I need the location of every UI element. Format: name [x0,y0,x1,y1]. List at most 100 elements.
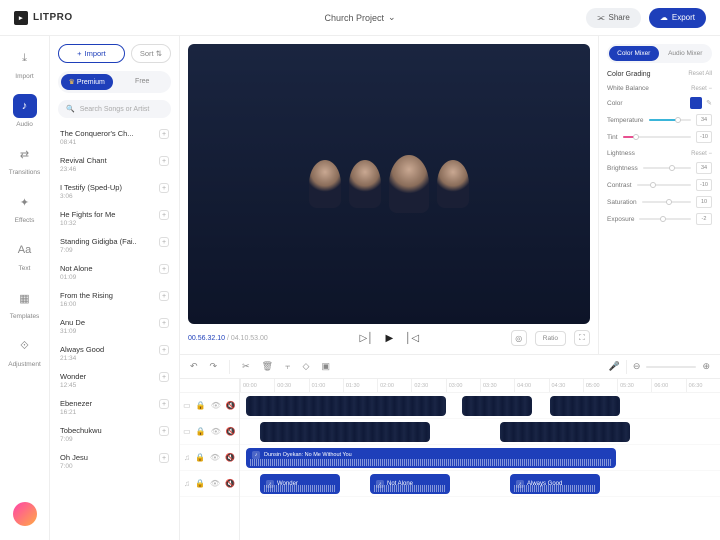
song-item[interactable]: Wonder12:45+ [58,367,171,394]
audio-clip[interactable]: ♪Not Alone [370,474,450,494]
song-item[interactable]: Tobechukwu7:09+ [58,421,171,448]
audio-clip[interactable]: ♪Always Good [510,474,600,494]
lock-icon[interactable]: 🔒 [195,479,205,488]
nav-templates[interactable]: ▦Templates [8,286,42,320]
tab-audio-mixer[interactable]: Audio Mixer [661,46,711,61]
add-song-button[interactable]: + [159,399,169,409]
video-preview[interactable] [188,44,590,324]
search-input[interactable]: 🔍 Search Songs or Artist [58,100,171,118]
ratio-button[interactable]: Ratio [535,331,566,346]
contrast-slider[interactable] [637,184,691,186]
redo-button[interactable]: ↷ [210,361,218,372]
eye-icon[interactable]: 👁 [210,479,220,488]
temperature-slider[interactable] [649,119,692,121]
video-icon[interactable]: ▭ [183,401,191,410]
play-button[interactable]: ▶ [385,333,393,344]
next-icon[interactable]: │◁ [405,333,419,344]
add-song-button[interactable]: + [159,156,169,166]
color-swatch[interactable] [690,97,702,109]
brightness-value[interactable]: 34 [696,162,712,174]
audio-track-1[interactable]: ♪Dunsin Oyekan: No Me Without You [240,445,720,471]
sort-button[interactable]: Sort ⇅ [131,44,171,63]
lock-icon[interactable]: 🔒 [196,427,206,436]
split-button[interactable]: ⫟ [285,361,290,372]
tab-color-mixer[interactable]: Color Mixer [609,46,659,61]
add-song-button[interactable]: + [159,426,169,436]
audio-clip-main[interactable]: ♪Dunsin Oyekan: No Me Without You [246,448,616,468]
add-song-button[interactable]: + [159,129,169,139]
lock-icon[interactable]: 🔒 [196,401,206,410]
mic-icon[interactable]: 🎤 [609,361,620,372]
song-item[interactable]: Oh Jesu7:00+ [58,448,171,475]
music-icon[interactable]: ♫ [184,453,190,462]
add-song-button[interactable]: + [159,453,169,463]
snapshot-button[interactable]: ◎ [511,330,527,346]
eye-icon[interactable]: 👁 [210,453,220,462]
tab-free[interactable]: Free [117,74,169,90]
add-song-button[interactable]: + [159,318,169,328]
brightness-slider[interactable] [643,167,691,169]
audio-clip[interactable]: ♪Wonder [260,474,340,494]
saturation-slider[interactable] [642,201,691,203]
tint-value[interactable]: -10 [696,131,712,143]
song-item[interactable]: Ebenezer16:21+ [58,394,171,421]
reset-wb-button[interactable]: Reset − [691,86,712,92]
project-selector[interactable]: Church Project ⌄ [324,12,395,23]
lock-icon[interactable]: 🔒 [195,453,205,462]
cut-button[interactable]: ✂ [242,361,250,372]
song-item[interactable]: From the Rising16:00+ [58,286,171,313]
nav-adjustment[interactable]: ⟐Adjustment [8,334,42,368]
contrast-value[interactable]: -10 [696,179,712,191]
add-song-button[interactable]: + [159,183,169,193]
video-clip[interactable] [550,396,620,416]
eye-icon[interactable]: 👁 [211,427,221,436]
video-track-2[interactable] [240,419,720,445]
add-song-button[interactable]: + [159,372,169,382]
video-clip[interactable] [260,422,430,442]
mute-icon[interactable]: 🔇 [226,401,236,410]
mute-icon[interactable]: 🔇 [225,479,235,488]
avatar[interactable] [13,502,37,526]
eyedropper-icon[interactable]: ✎ [706,99,712,107]
reset-lightness-button[interactable]: Reset − [691,151,712,157]
song-item[interactable]: Anu De31:09+ [58,313,171,340]
fullscreen-button[interactable]: ⛶ [574,330,590,346]
reset-all-button[interactable]: Reset All [688,71,712,78]
zoom-out-icon[interactable]: ⊖ [633,361,641,372]
zoom-in-icon[interactable]: ⊕ [702,361,710,372]
eye-icon[interactable]: 👁 [211,401,221,410]
share-button[interactable]: ⫘Share [586,8,641,28]
song-item[interactable]: Revival Chant23:46+ [58,151,171,178]
nav-effects[interactable]: ✦Effects [8,190,42,224]
add-song-button[interactable]: + [159,210,169,220]
nav-transitions[interactable]: ⇄Transitions [8,142,42,176]
delete-button[interactable]: 🗑 [262,361,273,372]
prev-icon[interactable]: ▷│ [360,333,374,344]
song-item[interactable]: He Fights for Me10:32+ [58,205,171,232]
exposure-slider[interactable] [639,218,691,220]
song-item[interactable]: Always Good21:34+ [58,340,171,367]
song-item[interactable]: The Conqueror's Ch...08:41+ [58,124,171,151]
temperature-value[interactable]: 34 [696,114,712,126]
nav-text[interactable]: AaText [8,238,42,272]
tint-slider[interactable] [623,136,691,138]
mute-icon[interactable]: 🔇 [225,453,235,462]
saturation-value[interactable]: 10 [696,196,712,208]
song-item[interactable]: Not Alone01:09+ [58,259,171,286]
crop-button[interactable]: ▣ [321,361,330,372]
exposure-value[interactable]: -2 [696,213,712,225]
undo-button[interactable]: ↶ [190,361,198,372]
export-button[interactable]: ☁Export [649,8,706,28]
nav-import[interactable]: ⤓Import [8,46,42,80]
zoom-slider[interactable] [646,366,696,368]
video-track-1[interactable] [240,393,720,419]
song-item[interactable]: Standing Gidigba (Fai..7:09+ [58,232,171,259]
import-button[interactable]: +Import [58,44,125,63]
video-clip[interactable] [246,396,446,416]
nav-audio[interactable]: ♪Audio [8,94,42,128]
add-song-button[interactable]: + [159,291,169,301]
video-clip[interactable] [462,396,532,416]
mute-icon[interactable]: 🔇 [226,427,236,436]
add-song-button[interactable]: + [159,237,169,247]
video-icon[interactable]: ▭ [183,427,191,436]
